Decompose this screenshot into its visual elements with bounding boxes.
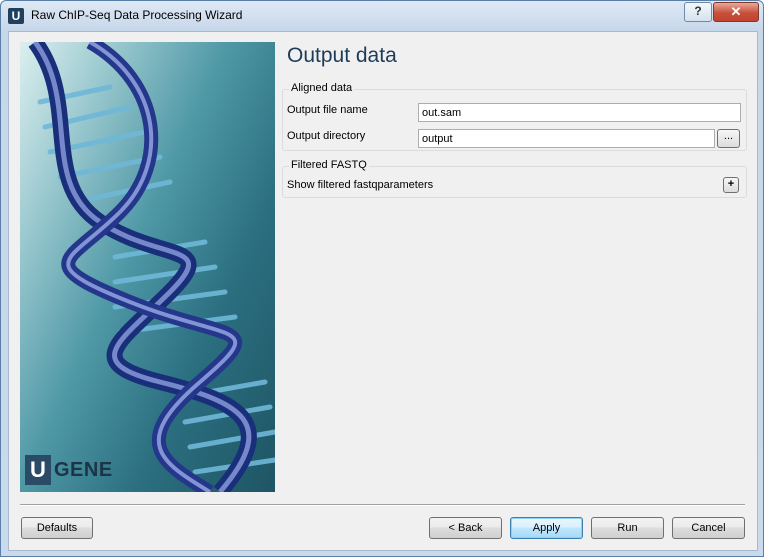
- defaults-button[interactable]: Defaults: [21, 517, 93, 539]
- button-separator: [20, 504, 745, 506]
- window-title: Raw ChIP-Seq Data Processing Wizard: [31, 8, 243, 22]
- cancel-button[interactable]: Cancel: [672, 517, 745, 539]
- output-file-name-input[interactable]: [418, 103, 741, 122]
- ugene-logo-text: GENE: [54, 458, 113, 481]
- back-button[interactable]: < Back: [429, 517, 502, 539]
- close-button[interactable]: ✕: [713, 2, 759, 22]
- ugene-app-icon: U: [8, 8, 24, 24]
- show-filtered-fastq-label: Show filtered fastqparameters: [287, 179, 434, 191]
- browse-directory-button[interactable]: ...: [717, 129, 740, 148]
- output-directory-input[interactable]: [418, 129, 715, 148]
- wizard-window: U Raw ChIP-Seq Data Processing Wizard ? …: [0, 0, 764, 557]
- output-file-name-label: Output file name: [287, 104, 368, 116]
- filtered-fastq-group: Filtered FASTQ Show filtered fastqparame…: [282, 159, 747, 198]
- expand-filtered-fastq-button[interactable]: +: [723, 177, 739, 193]
- apply-button[interactable]: Apply: [510, 517, 583, 539]
- output-directory-label: Output directory: [287, 130, 366, 142]
- dna-helix-icon: [28, 42, 275, 492]
- filtered-fastq-group-title: Filtered FASTQ: [289, 159, 369, 171]
- aligned-data-group-title: Aligned data: [289, 82, 355, 94]
- title-bar[interactable]: U Raw ChIP-Seq Data Processing Wizard ? …: [1, 1, 763, 31]
- ugene-logo: U GENE: [25, 455, 113, 485]
- help-button[interactable]: ?: [684, 2, 712, 22]
- dialog-content: U GENE Output data Aligned data Output f…: [8, 31, 758, 551]
- dna-side-image: U GENE: [20, 42, 275, 492]
- ugene-logo-mark: U: [25, 455, 51, 485]
- run-button[interactable]: Run: [591, 517, 664, 539]
- page-title: Output data: [287, 44, 397, 67]
- aligned-data-group: Aligned data Output file name Output dir…: [282, 82, 747, 151]
